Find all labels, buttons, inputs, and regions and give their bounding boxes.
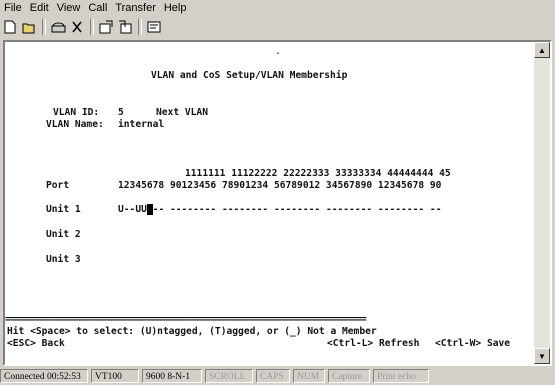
unit-1-label: Unit 1 xyxy=(46,204,81,215)
menu-transfer[interactable]: Transfer xyxy=(111,2,160,14)
emulation-status: VT100 xyxy=(91,369,139,383)
unit-1-after-cursor: -- -------- -------- -------- -------- -… xyxy=(152,204,442,215)
vlan-name-label: VLAN Name: xyxy=(46,119,104,130)
port-header-bottom: 12345678 90123456 78901234 56789012 3456… xyxy=(118,180,442,191)
divider: ========================================… xyxy=(5,314,367,325)
menu-edit[interactable]: Edit xyxy=(26,2,53,14)
phone-icon[interactable] xyxy=(50,19,66,35)
print-echo-indicator: Print echo xyxy=(373,369,429,383)
toolbar xyxy=(0,16,555,38)
open-icon[interactable] xyxy=(21,19,37,35)
status-bar: Connected 00:52:53 VT100 9600 8-N-1 SCRO… xyxy=(0,367,555,385)
connection-time: Connected 00:52:53 xyxy=(0,369,88,383)
vertical-scrollbar[interactable]: ▲ ▼ xyxy=(534,42,550,364)
terminal-screen[interactable]: - VLAN and CoS Setup/VLAN Membership VLA… xyxy=(5,42,534,364)
help-line: Hit <Space> to select: (U)ntagged, (T)ag… xyxy=(7,326,377,337)
capture-indicator: Capture xyxy=(328,369,370,383)
new-icon[interactable] xyxy=(2,19,18,35)
send-icon[interactable] xyxy=(98,19,114,35)
num-indicator: NUM xyxy=(293,369,325,383)
menu-help[interactable]: Help xyxy=(160,2,191,14)
screen-title: VLAN and CoS Setup/VLAN Membership xyxy=(151,70,348,81)
unit-1-before-cursor: U--UU xyxy=(118,204,147,215)
menu-view[interactable]: View xyxy=(53,2,85,14)
port-header-top: 1111111 11122222 22222333 33333334 44444… xyxy=(185,168,451,179)
refresh-label[interactable]: <Ctrl-L> Refresh xyxy=(327,338,419,350)
next-vlan-option[interactable]: Next VLAN xyxy=(156,107,208,119)
caps-indicator: CAPS xyxy=(256,369,290,383)
vlan-name-value[interactable]: internal xyxy=(118,119,164,131)
unit-1-membership[interactable]: U--UUU-- -------- -------- -------- ----… xyxy=(118,204,441,216)
menu-file[interactable]: File xyxy=(0,2,26,14)
unit-2-label: Unit 2 xyxy=(46,229,81,240)
unit-3-label: Unit 3 xyxy=(46,254,81,265)
properties-icon[interactable] xyxy=(146,19,162,35)
terminal-frame: - VLAN and CoS Setup/VLAN Membership VLA… xyxy=(3,40,552,366)
vlan-id-value[interactable]: 5 xyxy=(118,107,124,119)
top-marker: - xyxy=(275,48,281,59)
save-label[interactable]: <Ctrl-W> Save xyxy=(435,338,510,350)
menu-call[interactable]: Call xyxy=(84,2,111,14)
port-settings-status: 9600 8-N-1 xyxy=(142,369,202,383)
toolbar-separator xyxy=(42,19,46,35)
esc-back-label[interactable]: <ESC> Back xyxy=(7,338,65,350)
toolbar-separator xyxy=(90,19,94,35)
disconnect-icon[interactable] xyxy=(69,19,85,35)
port-label: Port xyxy=(46,180,70,191)
vlan-id-label: VLAN ID: xyxy=(53,107,100,118)
menu-bar: File Edit View Call Transfer Help xyxy=(0,0,555,16)
scroll-indicator: SCROLL xyxy=(205,369,253,383)
scroll-down-icon[interactable]: ▼ xyxy=(534,348,550,364)
toolbar-separator xyxy=(138,19,142,35)
receive-icon[interactable] xyxy=(117,19,133,35)
scroll-up-icon[interactable]: ▲ xyxy=(534,42,550,58)
